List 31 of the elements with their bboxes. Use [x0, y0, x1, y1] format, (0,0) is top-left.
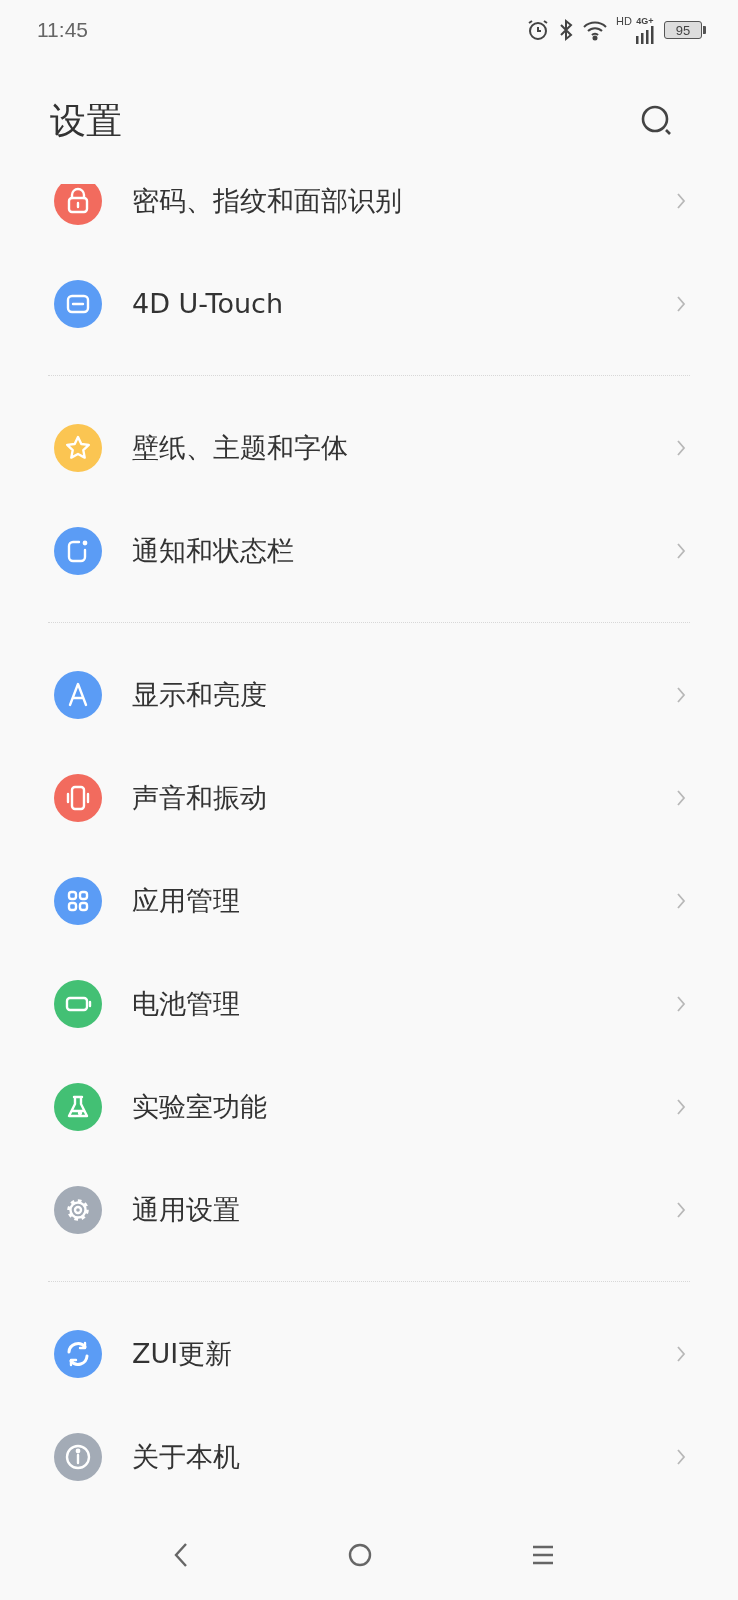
settings-item[interactable]: 关于本机 — [48, 1405, 690, 1508]
chevron-icon — [676, 994, 686, 1013]
chevron-icon — [676, 788, 686, 807]
chevron-icon — [676, 1200, 686, 1219]
chevron-icon — [676, 191, 686, 210]
chevron-icon — [676, 541, 686, 560]
settings-item[interactable]: 4D U-Touch — [48, 252, 690, 355]
settings-item[interactable]: 显示和亮度 — [48, 643, 690, 746]
page-title: 设置 — [50, 98, 122, 143]
chevron-icon — [676, 1097, 686, 1116]
signal-icon — [634, 25, 656, 44]
settings-item[interactable]: ZUI更新 — [48, 1302, 690, 1405]
settings-item[interactable]: 通用设置 — [48, 1158, 690, 1261]
hd-label: HD — [616, 15, 632, 27]
chevron-icon — [676, 685, 686, 704]
settings-item[interactable]: 实验室功能 — [48, 1055, 690, 1158]
chevron-icon — [676, 1344, 686, 1363]
settings-item[interactable]: 通知和状态栏 — [48, 499, 690, 602]
clock-time: 11:45 — [37, 18, 88, 42]
settings-item[interactable]: 电池管理 — [48, 952, 690, 1055]
settings-item[interactable]: 应用管理 — [48, 849, 690, 952]
chevron-icon — [676, 438, 686, 457]
network-label: 4G+ — [636, 16, 654, 26]
chevron-icon — [676, 1447, 686, 1466]
chevron-icon — [676, 294, 686, 313]
bluetooth-icon — [558, 18, 575, 42]
settings-item[interactable]: 壁纸、主题和字体 — [48, 396, 690, 499]
settings-item[interactable]: 声音和振动 — [48, 746, 690, 849]
wifi-icon — [582, 19, 609, 41]
settings-item[interactable]: 密码、指纹和面部识别 — [48, 184, 690, 252]
chevron-icon — [676, 891, 686, 910]
